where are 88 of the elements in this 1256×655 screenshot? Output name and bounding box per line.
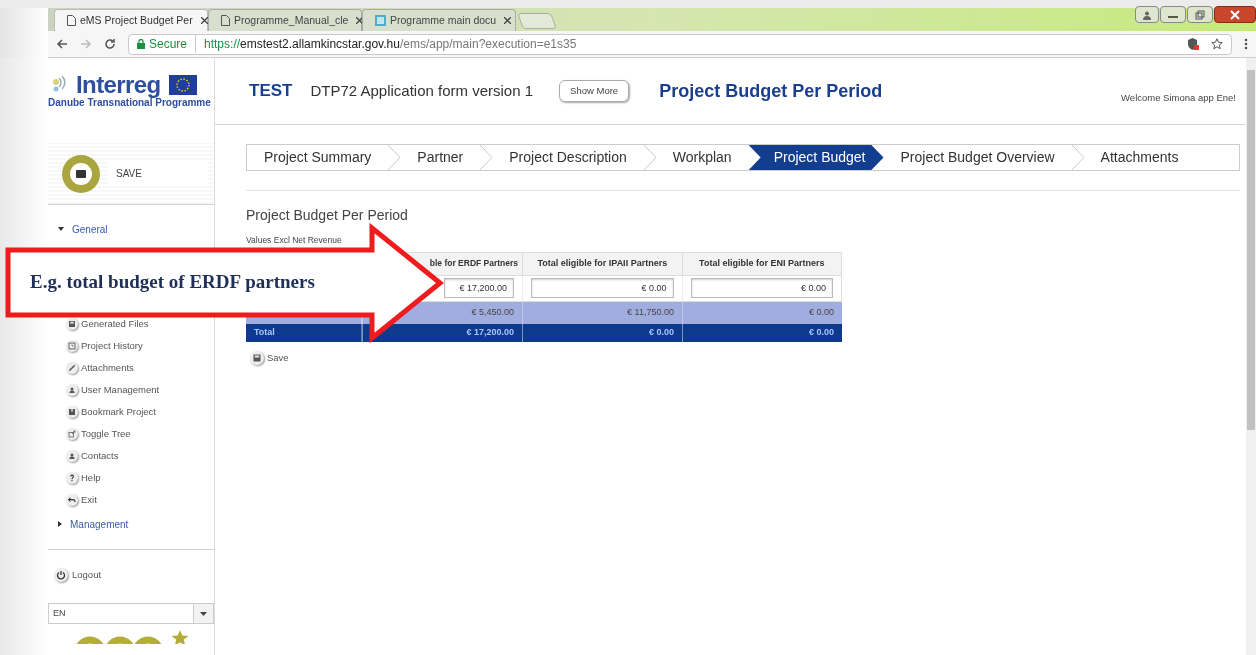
- breadcrumb-step[interactable]: Project Budget: [748, 145, 884, 170]
- nav-item[interactable]: Exit: [66, 494, 97, 506]
- breadcrumb-step[interactable]: Attachments: [1083, 145, 1196, 170]
- pencil-icon: [66, 362, 78, 374]
- tab-title: eMS Project Budget Per: [80, 12, 193, 28]
- table-cell-text: € 11,750.00: [627, 306, 674, 319]
- table-cell-text: € 5,450.00: [471, 306, 514, 319]
- table-cell-text: € 0.00: [648, 326, 674, 339]
- column-header: Total eligible for IPAII Partners: [537, 257, 668, 270]
- nav-item[interactable]: Project History: [66, 340, 143, 352]
- subtitle-text: Values Excl Net Revenue: [246, 234, 343, 247]
- reload-icon[interactable]: [104, 38, 116, 50]
- column-header: ble for ERDF Partners: [429, 257, 519, 271]
- input-field[interactable]: € 17,200.00: [444, 278, 515, 299]
- nav-item[interactable]: Attachments: [66, 362, 134, 374]
- user-icon[interactable]: [1135, 6, 1159, 23]
- help-icon: [66, 472, 78, 484]
- user-icon: [66, 450, 78, 462]
- page-icon: [221, 15, 230, 26]
- breadcrumb-step[interactable]: Project Description: [492, 145, 644, 170]
- flag-icon: [168, 75, 197, 96]
- shield-icon[interactable]: [1188, 38, 1199, 50]
- browser-tab[interactable]: Programme_Manual_cle: [208, 9, 362, 31]
- user-icon: [66, 384, 78, 396]
- menu-icon[interactable]: [1244, 38, 1248, 50]
- power-icon: [54, 568, 68, 582]
- close-icon[interactable]: [504, 17, 512, 24]
- nav-item[interactable]: Contacts: [66, 450, 119, 462]
- column-header: Total eligible for ENI Partners: [699, 257, 825, 270]
- external-link-icon: [66, 428, 78, 440]
- undo-icon: [66, 494, 78, 506]
- close-icon[interactable]: [356, 17, 364, 24]
- nav-group[interactable]: General: [48, 221, 214, 237]
- logout-link[interactable]: Logout: [48, 550, 214, 600]
- language-select[interactable]: EN: [48, 603, 214, 624]
- nav-item[interactable]: Help: [66, 472, 101, 484]
- input-field[interactable]: € 0.00: [531, 278, 674, 299]
- save-icon[interactable]: [62, 154, 100, 193]
- table-cell-text: € 17,200.00: [466, 326, 514, 339]
- lock-icon: [137, 39, 145, 49]
- tab-title: Programme main docu: [390, 12, 497, 28]
- close-icon[interactable]: [200, 17, 208, 24]
- welcome-text: Welcome Simona app Ene!: [1121, 90, 1236, 105]
- nav-group[interactable]: Management: [48, 516, 214, 532]
- browser-tab[interactable]: eMS Project Budget Per: [54, 9, 208, 31]
- nav-item[interactable]: Generated Files: [66, 318, 149, 330]
- table-cell-text: Total: [254, 326, 275, 339]
- programme-name: Danube Transnational Programme: [48, 97, 212, 110]
- minimize-button[interactable]: [1160, 6, 1186, 23]
- back-icon[interactable]: [56, 38, 68, 50]
- save-button[interactable]: Save: [250, 350, 289, 365]
- show-more-button[interactable]: Show More: [559, 79, 630, 103]
- close-icon: [1230, 9, 1240, 20]
- nav-item[interactable]: User Management: [66, 384, 160, 396]
- bookmark-icon: [66, 406, 78, 418]
- clock-icon: [66, 340, 78, 352]
- save-label: SAVE: [108, 162, 208, 185]
- secure-label: Secure: [149, 35, 197, 53]
- address-bar[interactable]: Secure https://emstest2.allamkincstar.gov.hu/ems/app/main?execution=e1s35: [128, 33, 1232, 55]
- breadcrumb-step[interactable]: Project Summary: [247, 145, 389, 170]
- disk-icon: [66, 318, 78, 330]
- table-cell-text: € 0.00: [808, 326, 834, 339]
- browser-tab[interactable]: Programme main docu: [362, 9, 516, 31]
- star-icon[interactable]: [1211, 38, 1223, 50]
- nav-item[interactable]: Toggle Tree: [66, 428, 131, 440]
- page-title: Project Budget Per Period: [659, 79, 883, 103]
- logo-wordmark: Interreg: [76, 73, 161, 98]
- restore-button[interactable]: [1187, 6, 1213, 23]
- close-button[interactable]: [1214, 6, 1256, 23]
- restore-icon: [1195, 9, 1205, 20]
- scrollbar[interactable]: [1246, 58, 1256, 655]
- page-icon: [67, 15, 76, 26]
- section-title: Project Budget Per Period: [246, 206, 409, 225]
- nav-item[interactable]: Bookmark Project: [66, 406, 156, 418]
- dropdown-icon: [193, 604, 213, 623]
- callout-text: E.g. total budget of ERDF partners: [30, 270, 315, 294]
- input-field[interactable]: € 0.00: [690, 278, 833, 299]
- mode-label: TEST: [249, 80, 293, 103]
- caret-right-icon: [58, 521, 62, 527]
- tab-title: Programme_Manual_cle: [234, 12, 349, 28]
- url-text: https://emstest2.allamkincstar.gov.hu/ems/app/main?execution=e1s35: [203, 36, 577, 53]
- image-icon: [375, 15, 386, 26]
- table-cell-text: € 0.00: [808, 306, 834, 319]
- breadcrumb-step[interactable]: Workplan: [655, 145, 749, 170]
- breadcrumb-step[interactable]: Partner: [400, 145, 481, 170]
- breadcrumb-step[interactable]: Project Budget Overview: [883, 145, 1072, 170]
- project-title: DTP72 Application form version 1: [310, 80, 534, 101]
- caret-down-icon: [58, 227, 64, 231]
